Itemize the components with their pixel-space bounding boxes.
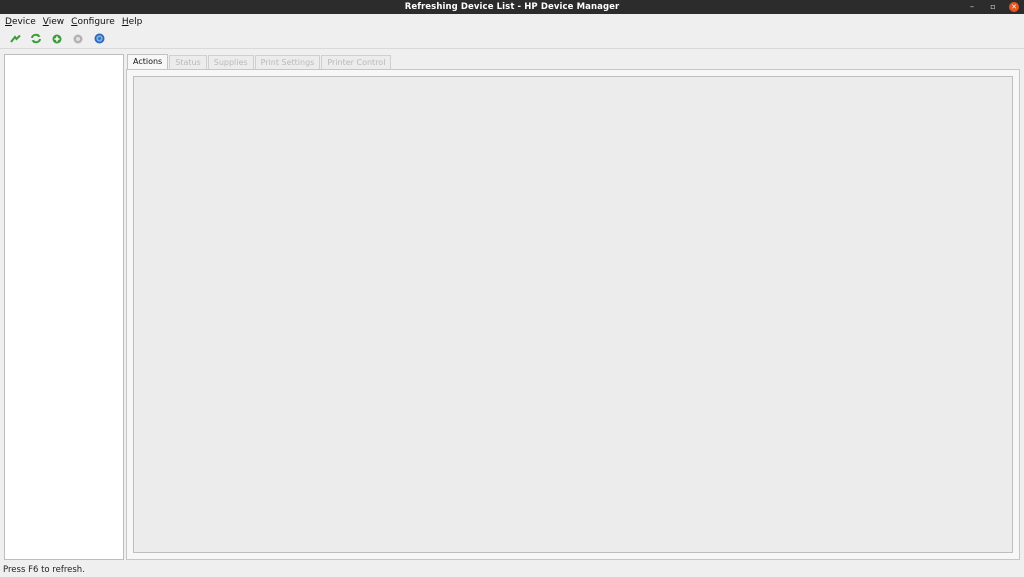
refresh-button[interactable] xyxy=(30,33,42,45)
help-button[interactable] xyxy=(93,33,105,45)
menu-bar: Device View Configure Help xyxy=(0,14,1024,29)
tab-supplies: Supplies xyxy=(207,55,254,70)
menu-help[interactable]: Help xyxy=(122,17,143,27)
tab-actions[interactable]: Actions xyxy=(127,54,169,70)
status-bar: Press F6 to refresh. xyxy=(0,563,1024,577)
tab-bar: Actions Status Supplies Print Settings P… xyxy=(127,54,392,70)
status-text: Press F6 to refresh. xyxy=(3,565,85,575)
menu-view[interactable]: View xyxy=(43,17,64,27)
minimize-button[interactable]: – xyxy=(967,2,977,12)
tab-print-settings: Print Settings xyxy=(254,55,321,70)
window-title: Refreshing Device List - HP Device Manag… xyxy=(404,2,620,12)
maximize-button[interactable]: ▫ xyxy=(988,2,998,12)
actions-tab-panel xyxy=(126,69,1020,560)
refresh-icon xyxy=(31,33,41,44)
actions-list[interactable] xyxy=(133,76,1013,553)
add-device-button[interactable] xyxy=(51,33,63,45)
title-bar: Refreshing Device List - HP Device Manag… xyxy=(0,0,1024,14)
settings-button[interactable] xyxy=(72,33,84,45)
close-button[interactable]: ✕ xyxy=(1009,2,1019,12)
device-list-panel[interactable] xyxy=(4,54,124,560)
toolbar xyxy=(0,29,1024,49)
settings-icon xyxy=(73,34,83,43)
setup-device-button[interactable] xyxy=(9,33,21,45)
tab-printer-control: Printer Control xyxy=(321,55,392,70)
add-icon xyxy=(52,34,62,43)
menu-configure[interactable]: Configure xyxy=(71,17,115,27)
menu-device[interactable]: Device xyxy=(5,17,36,27)
setup-device-icon xyxy=(9,34,21,43)
help-icon xyxy=(94,33,104,44)
tab-status: Status xyxy=(169,55,207,70)
window-controls: – ▫ ✕ xyxy=(967,0,1019,14)
